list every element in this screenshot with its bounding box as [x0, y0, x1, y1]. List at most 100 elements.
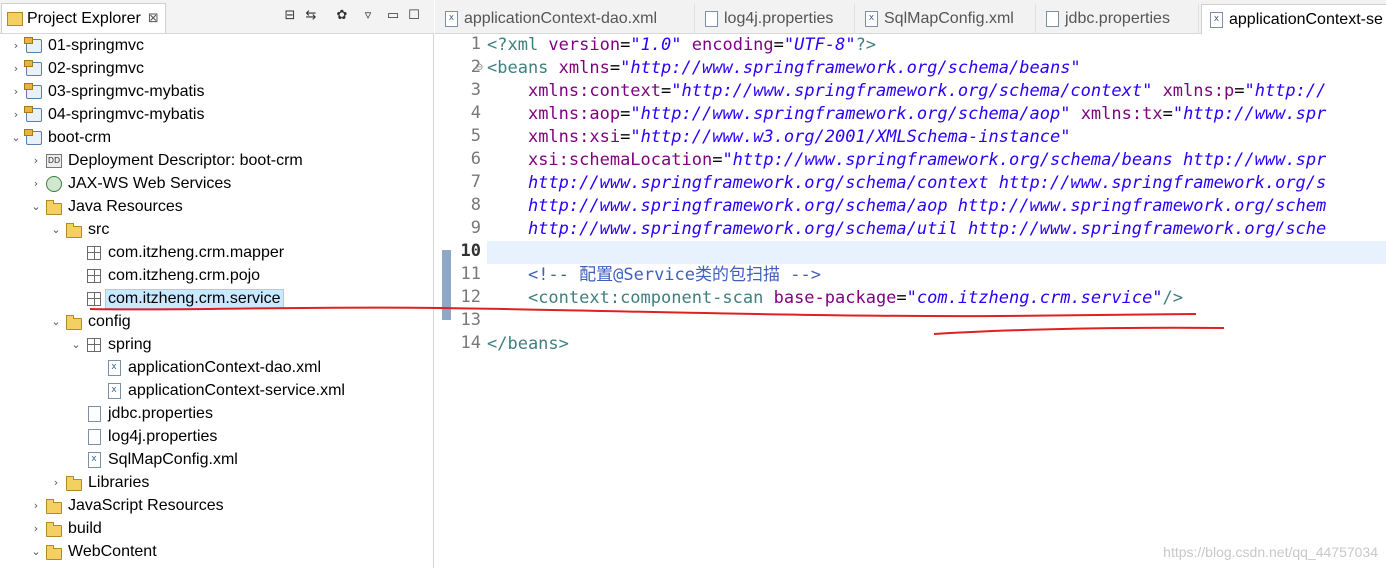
- chevron-right-icon[interactable]: ›: [28, 177, 44, 190]
- chevron-right-icon[interactable]: ›: [8, 108, 24, 121]
- tree-item-label: com.itzheng.crm.pojo: [108, 266, 261, 284]
- project-explorer-tab[interactable]: Project Explorer ⊠: [1, 3, 166, 33]
- line-number: 6: [470, 149, 481, 169]
- chevron-down-icon[interactable]: ⌄: [48, 223, 64, 236]
- editor-tab[interactable]: x SqlMapConfig.xml: [857, 4, 1036, 34]
- tree-item[interactable]: › 04-springmvc-mybatis: [8, 103, 206, 126]
- tree-item-label: com.itzheng.crm.mapper: [108, 243, 285, 261]
- code-line[interactable]: xmlns:context="http://www.springframewor…: [487, 80, 1326, 103]
- tree-item[interactable]: › JavaScript Resources: [28, 494, 226, 517]
- code-line[interactable]: <context:component-scan base-package="co…: [487, 287, 1183, 310]
- tree-item-label: com.itzheng.crm.service: [105, 288, 284, 309]
- close-icon[interactable]: ⊠: [148, 11, 159, 26]
- chevron-right-icon[interactable]: ›: [8, 39, 24, 52]
- tree-item[interactable]: › 03-springmvc-mybatis: [8, 80, 206, 103]
- tree-item[interactable]: com.itzheng.crm.pojo: [68, 264, 262, 287]
- code-token: http://www.springframework.org/schema/ao…: [487, 196, 1327, 216]
- tree-item[interactable]: com.itzheng.crm.mapper: [68, 241, 286, 264]
- code-token: =: [1162, 104, 1173, 124]
- package-icon: [86, 291, 102, 307]
- code-line[interactable]: <!-- 配置@Service类的包扫描 -->: [487, 264, 821, 287]
- code-line[interactable]: <?xml version="1.0" encoding="UTF-8"?>: [487, 34, 876, 57]
- link-with-editor-icon[interactable]: ⇆: [302, 6, 320, 24]
- code-token: base-package: [773, 288, 897, 308]
- tree-item[interactable]: ⌄ spring: [68, 333, 154, 356]
- chevron-down-icon[interactable]: ⌄: [8, 131, 24, 144]
- code-line[interactable]: http://www.springframework.org/schema/co…: [487, 172, 1326, 195]
- tree-item-label: src: [88, 220, 110, 238]
- line-number: 3: [470, 80, 481, 100]
- code-token: version: [548, 35, 621, 55]
- tree-item[interactable]: log4j.properties: [68, 425, 219, 448]
- tree-item-label: SqlMapConfig.xml: [108, 450, 238, 468]
- code-line[interactable]: xmlns:xsi="http://www.w3.org/2001/XMLSch…: [487, 126, 1070, 149]
- tree-item-label: Deployment Descriptor: boot-crm: [68, 151, 303, 169]
- tree-item[interactable]: › 01-springmvc: [8, 34, 146, 57]
- tree-item[interactable]: ⌄ Java Resources: [28, 195, 185, 218]
- project-explorer-tabbar: Project Explorer ⊠ ⊟ ⇆ ✿ ▿ ▭ ☐: [0, 0, 434, 34]
- view-menu-chevron-down-icon[interactable]: ▿: [359, 6, 377, 24]
- tree-item[interactable]: x applicationContext-service.xml: [88, 379, 347, 402]
- tree-item[interactable]: › Libraries: [48, 471, 151, 494]
- tree-item[interactable]: x applicationContext-dao.xml: [88, 356, 323, 379]
- chevron-down-icon[interactable]: ⌄: [28, 545, 44, 558]
- code-token: =: [773, 35, 784, 55]
- code-line[interactable]: <beans xmlns="http://www.springframework…: [487, 57, 1081, 80]
- editor-tab[interactable]: x applicationContext-se: [1201, 4, 1386, 34]
- code-line[interactable]: xsi:schemaLocation="http://www.springfra…: [487, 149, 1326, 172]
- code-token: <context:component-scan: [527, 288, 774, 308]
- project-explorer-title: Project Explorer: [27, 9, 141, 27]
- chevron-down-icon[interactable]: ⌄: [68, 338, 84, 351]
- fold-toggle-icon[interactable]: ⊖: [475, 62, 483, 73]
- tree-item[interactable]: com.itzheng.crm.service: [68, 287, 284, 310]
- code-token: =: [620, 127, 631, 147]
- line-number: 8: [470, 195, 481, 215]
- tree-item-label: spring: [108, 335, 152, 353]
- tree-item[interactable]: jdbc.properties: [68, 402, 215, 425]
- code-token: =: [609, 58, 621, 78]
- collapse-all-icon[interactable]: ⊟: [281, 6, 299, 24]
- chevron-right-icon[interactable]: ›: [28, 499, 44, 512]
- tree-item[interactable]: ⌄ src: [48, 218, 111, 241]
- code-token: "http://www.w3.org/2001/XMLSchema-instan…: [630, 127, 1071, 147]
- tree-item[interactable]: › build: [28, 517, 104, 540]
- line-number: 4: [470, 103, 481, 123]
- chevron-down-icon[interactable]: ⌄: [48, 315, 64, 328]
- chevron-right-icon[interactable]: ›: [48, 476, 64, 489]
- editor-tab[interactable]: log4j.properties: [697, 4, 855, 34]
- tree-item[interactable]: ⌄ boot-crm: [8, 126, 113, 149]
- code-line[interactable]: http://www.springframework.org/schema/ut…: [487, 218, 1326, 241]
- line-number: 10: [460, 241, 481, 261]
- editor-tab-label: SqlMapConfig.xml: [884, 10, 1014, 27]
- chevron-right-icon[interactable]: ›: [8, 62, 24, 75]
- maximize-icon[interactable]: ☐: [405, 6, 423, 24]
- folder-icon: [46, 544, 62, 560]
- chevron-right-icon[interactable]: ›: [28, 154, 44, 167]
- code-line[interactable]: </beans>: [487, 333, 569, 356]
- tree-item[interactable]: › JAX-WS Web Services: [28, 172, 233, 195]
- code-line[interactable]: xmlns:aop="http://www.springframework.or…: [487, 103, 1326, 126]
- code-line[interactable]: [487, 241, 1386, 264]
- tree-item[interactable]: › 02-springmvc: [8, 57, 146, 80]
- chevron-right-icon[interactable]: ›: [28, 522, 44, 535]
- tree-item[interactable]: ⌄ WebContent: [28, 540, 159, 563]
- editor-tab[interactable]: x applicationContext-dao.xml: [437, 4, 695, 34]
- code-token: xmlns:aop: [527, 104, 621, 124]
- chevron-down-icon[interactable]: ⌄: [28, 200, 44, 213]
- minimize-icon[interactable]: ▭: [384, 6, 402, 24]
- editor-tab-label: jdbc.properties: [1065, 10, 1170, 27]
- editor-tab[interactable]: jdbc.properties: [1038, 4, 1199, 34]
- tree-item[interactable]: › DD Deployment Descriptor: boot-crm: [28, 149, 305, 172]
- tree-item[interactable]: x SqlMapConfig.xml: [68, 448, 240, 471]
- code-area[interactable]: <?xml version="1.0" encoding="UTF-8"?> <b…: [487, 34, 1386, 568]
- view-menu-gear-icon[interactable]: ✿: [333, 6, 351, 24]
- chevron-right-icon[interactable]: ›: [8, 85, 24, 98]
- code-token: xmlns:p: [1162, 81, 1235, 101]
- tree-item[interactable]: ⌄ config: [48, 310, 133, 333]
- xml-file-icon: x: [86, 451, 102, 468]
- code-token: <?xml: [487, 35, 549, 55]
- tree-item-label: build: [68, 519, 102, 537]
- code-line[interactable]: http://www.springframework.org/schema/ao…: [487, 195, 1326, 218]
